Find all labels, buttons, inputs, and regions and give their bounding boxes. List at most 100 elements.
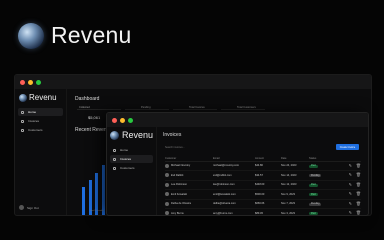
table-row[interactable]: Evil Rabbit evil@rabbit.com $34.57 Nov 14, …: [165, 170, 361, 181]
actions-cell: ✎ 🗑: [329, 180, 361, 190]
sidebar-brand[interactable]: Revenu: [15, 89, 66, 106]
globe-logo-icon: [18, 22, 44, 49]
users-icon: [113, 166, 116, 170]
amount-cell: $34.57: [255, 170, 281, 181]
delete-icon[interactable]: 🗑: [356, 192, 361, 196]
edit-icon[interactable]: ✎: [349, 201, 352, 206]
maximize-window-button[interactable]: [128, 117, 133, 123]
delete-icon[interactable]: 🗑: [356, 211, 361, 215]
sidebar-item-customers[interactable]: Customers: [18, 126, 63, 134]
actions-cell: ✎ 🗑: [329, 170, 361, 181]
globe-logo-icon: [110, 130, 119, 140]
sidebar-item-label: Customers: [120, 166, 135, 170]
date-cell: Nov 7, 2023: [281, 199, 309, 209]
amount-cell: $448.00: [255, 180, 281, 190]
date-cell: Nov 3, 2023: [281, 208, 309, 215]
avatar: [165, 201, 169, 206]
avatar: [165, 182, 169, 187]
edit-icon[interactable]: ✎: [349, 182, 352, 187]
invoices-main: Invoices Search invoices... Create Invoi…: [163, 127, 368, 215]
status-cell: Paid: [309, 208, 329, 215]
delete-icon[interactable]: 🗑: [356, 201, 361, 206]
stat-value-collected: $5,061: [88, 115, 101, 120]
customer-name: Emil Kowalski: [171, 192, 187, 196]
maximize-window-button[interactable]: [36, 79, 41, 85]
edit-icon[interactable]: ✎: [349, 211, 352, 215]
sidebar: Revenu Home Invoices Customers Sign Out: [15, 89, 67, 215]
delete-icon[interactable]: 🗑: [356, 182, 361, 187]
divider: [173, 109, 217, 110]
email-cell: amy@burns.com: [213, 208, 255, 215]
invoices-window: Revenu Home Invoices Customers Invoices …: [106, 112, 369, 216]
chart-bar: [82, 187, 85, 215]
status-cell: Paid: [309, 161, 329, 171]
edit-icon[interactable]: ✎: [349, 163, 352, 168]
chart-bar: [95, 173, 98, 215]
sidebar-item-invoices[interactable]: Invoices: [18, 117, 63, 125]
email-cell: lee@robinson.com: [213, 180, 255, 190]
sign-out-button[interactable]: Sign Out: [19, 205, 39, 210]
delete-icon[interactable]: 🗑: [356, 173, 361, 177]
sidebar-nav: Home Invoices Customers: [15, 108, 66, 134]
sidebar-nav: Home Invoices Customers: [107, 146, 156, 172]
close-window-button[interactable]: [20, 79, 25, 85]
table-row[interactable]: Michael Novotny michael@novotny.com $44.80…: [165, 161, 361, 171]
date-cell: Nov 9, 2023: [281, 189, 309, 200]
status-badge: Paid: [309, 212, 318, 215]
power-icon: [19, 205, 24, 210]
close-window-button[interactable]: [112, 117, 117, 123]
window-titlebar: [15, 75, 371, 89]
chart-bar: [101, 165, 105, 215]
avatar: [165, 211, 169, 215]
brand-header: Revenu: [18, 22, 131, 49]
chart-legend: Last 12 months: [90, 210, 104, 212]
divider: [125, 109, 169, 110]
invoice-icon: [21, 119, 24, 123]
sidebar-item-home[interactable]: Home: [18, 108, 63, 116]
status-badge: Paid: [309, 193, 318, 196]
table-row[interactable]: Emil Kowalski emil@kowalski.com $500.00 Nov…: [165, 189, 361, 200]
customer-name: Michael Novotny: [171, 164, 191, 168]
table-row[interactable]: Amy Burns amy@burns.com $89.45 Nov 3, 2023 P…: [165, 208, 361, 215]
status-badge: Paid: [309, 164, 318, 168]
email-cell: delba@oliveira.com: [213, 199, 255, 209]
minimize-window-button[interactable]: [120, 117, 125, 123]
actions-cell: ✎ 🗑: [329, 208, 361, 215]
amount-cell: $89.45: [255, 208, 281, 215]
customer-name: Lee Robinson: [171, 183, 188, 187]
sidebar-item-label: Home: [120, 148, 129, 152]
sidebar-brand[interactable]: Revenu: [107, 127, 156, 144]
status-badge: Paid: [309, 183, 318, 187]
invoice-icon: [113, 157, 116, 161]
customer-cell: Delba de Oliveira: [165, 199, 213, 209]
edit-icon[interactable]: ✎: [349, 173, 352, 177]
edit-icon[interactable]: ✎: [349, 192, 352, 196]
divider: [77, 109, 121, 110]
customer-cell: Emil Kowalski: [165, 189, 213, 200]
status-cell: Paid: [309, 189, 329, 200]
table-row[interactable]: Delba de Oliveira delba@oliveira.com $666.…: [165, 199, 361, 209]
window-titlebar: [107, 113, 368, 127]
avatar: [165, 173, 169, 178]
search-input[interactable]: Search invoices...: [165, 146, 185, 149]
sidebar-item-label: Invoices: [120, 157, 132, 161]
customer-cell: Evil Rabbit: [165, 170, 213, 181]
home-icon: [21, 110, 24, 114]
sidebar-item-home[interactable]: Home: [110, 146, 153, 154]
sidebar-item-customers[interactable]: Customers: [110, 164, 153, 172]
avatar: [165, 163, 169, 168]
globe-logo-icon: [19, 93, 27, 102]
minimize-window-button[interactable]: [28, 79, 33, 85]
sidebar-item-invoices[interactable]: Invoices: [110, 155, 153, 163]
page-title: Invoices: [163, 132, 182, 138]
create-invoice-button[interactable]: Create Invoice: [336, 144, 359, 150]
status-cell: Pending: [309, 199, 329, 209]
delete-icon[interactable]: 🗑: [356, 163, 361, 168]
date-cell: Nov 12, 2023: [281, 180, 309, 190]
date-cell: Nov 24, 2023: [281, 161, 309, 171]
sidebar-item-label: Home: [28, 110, 37, 114]
table-row[interactable]: Lee Robinson lee@robinson.com $448.00 Nov 1…: [165, 180, 361, 190]
email-cell: evil@rabbit.com: [213, 170, 255, 181]
sidebar-brand-name: Revenu: [121, 130, 153, 140]
status-badge: Pending: [309, 174, 322, 177]
